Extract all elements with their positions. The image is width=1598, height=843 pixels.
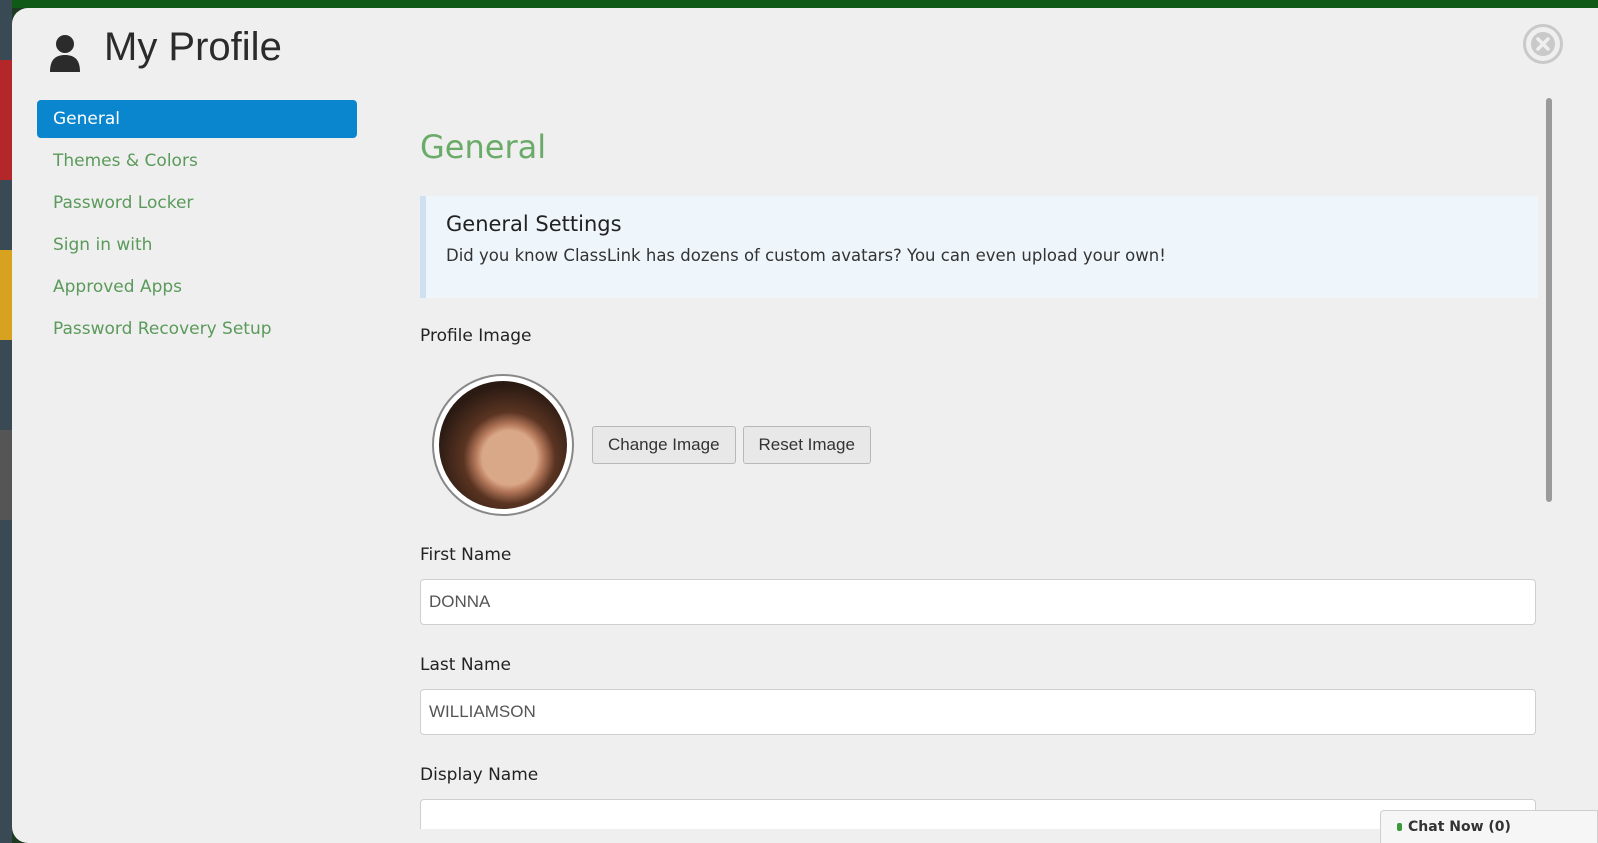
chat-label: Chat Now (0) [1408, 819, 1511, 835]
profile-dialog: My Profile General Themes & Colors Passw… [12, 8, 1598, 843]
avatar-photo [439, 380, 567, 509]
section-title: General [420, 128, 547, 166]
sidebar-nav: General Themes & Colors Password Locker … [37, 100, 357, 352]
info-title: General Settings [446, 212, 622, 236]
sidebar-item-approved-apps[interactable]: Approved Apps [37, 268, 357, 306]
sidebar-item-general[interactable]: General [37, 100, 357, 138]
user-icon [38, 22, 92, 84]
sidebar-item-themes-colors[interactable]: Themes & Colors [37, 142, 357, 180]
page-title: My Profile [104, 25, 282, 69]
chat-icon [1397, 819, 1408, 835]
main-content: General General Settings Did you know Cl… [420, 98, 1538, 829]
sidebar-item-sign-in-with[interactable]: Sign in with [37, 226, 357, 264]
info-box: General Settings Did you know ClassLink … [420, 196, 1538, 298]
close-button[interactable] [1523, 24, 1563, 64]
page-backdrop [0, 0, 1598, 8]
sidebar-item-password-locker[interactable]: Password Locker [37, 184, 357, 222]
avatar [432, 373, 574, 516]
scrollbar[interactable] [1546, 98, 1552, 502]
profile-image-label: Profile Image [420, 326, 532, 346]
close-icon [1531, 32, 1555, 56]
first-name-field[interactable] [420, 579, 1536, 625]
page-backdrop-edge [0, 0, 12, 843]
info-text: Did you know ClassLink has dozens of cus… [446, 246, 1166, 265]
sidebar-item-password-recovery[interactable]: Password Recovery Setup [37, 310, 357, 348]
display-name-field[interactable] [420, 799, 1536, 829]
change-image-button[interactable]: Change Image [592, 425, 736, 464]
reset-image-button[interactable]: Reset Image [742, 425, 871, 464]
display-name-label: Display Name [420, 765, 539, 785]
first-name-label: First Name [420, 545, 512, 565]
chat-now-button[interactable]: Chat Now (0) [1380, 810, 1598, 843]
last-name-label: Last Name [420, 655, 511, 675]
profile-image-row: Change Image Reset Image [420, 372, 1538, 517]
last-name-field[interactable] [420, 689, 1536, 735]
